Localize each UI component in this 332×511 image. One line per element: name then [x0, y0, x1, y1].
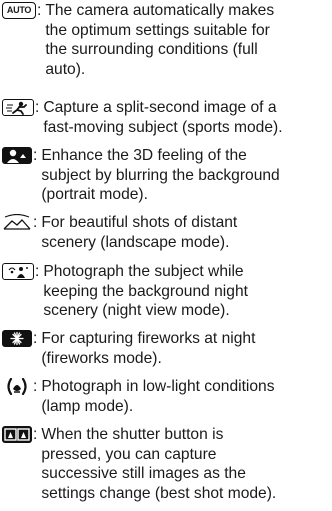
mode-description: For beautiful shots of distant scenery (…: [41, 214, 238, 251]
portrait-mode-icon: [2, 147, 32, 164]
mode-item-portrait: : Enhance the 3D feeling of the subject …: [2, 146, 330, 205]
mode-item-night-view: : Photograph the subject while keeping t…: [2, 262, 330, 321]
separator-colon: :: [33, 330, 38, 347]
best-shot-mode-icon: [2, 426, 32, 443]
fireworks-mode-icon: [2, 330, 32, 347]
mode-item-best-shot: : When the shutter button is pressed, yo…: [2, 425, 330, 503]
lamp-mode-icon: [2, 378, 32, 395]
separator-colon: :: [35, 263, 40, 280]
separator-colon: :: [33, 214, 38, 231]
separator-colon: :: [33, 378, 38, 395]
separator-colon: :: [33, 426, 38, 443]
mode-description: Photograph in low-light conditions (lamp…: [41, 378, 275, 415]
mode-description-list: AUTO : The camera automatically makes th…: [0, 0, 332, 511]
sports-mode-icon: [2, 99, 34, 116]
separator-colon: :: [37, 2, 42, 19]
mode-description: The camera automatically makes the optim…: [45, 2, 275, 78]
mode-item-sports: : Capture a split-second image of a fast…: [2, 98, 330, 137]
mode-description: Capture a split-second image of a fast-m…: [43, 99, 283, 136]
mode-description: When the shutter button is pressed, you …: [41, 426, 277, 502]
separator-colon: :: [35, 99, 40, 116]
auto-mode-icon: AUTO: [2, 2, 36, 19]
mode-item-fireworks: : For capturing fireworks at night (fire…: [2, 329, 330, 368]
mode-item-auto: AUTO : The camera automatically makes th…: [2, 1, 330, 79]
mode-description: For capturing fireworks at night (firewo…: [41, 330, 256, 367]
mode-description: Photograph the subject while keeping the…: [43, 263, 248, 319]
landscape-mode-icon: [2, 214, 32, 231]
mode-item-landscape: : For beautiful shots of distant scenery…: [2, 213, 330, 252]
separator-colon: :: [33, 147, 38, 164]
night-view-mode-icon: [2, 263, 34, 280]
mode-description: Enhance the 3D feeling of the subject by…: [41, 147, 280, 203]
mode-item-lamp: : Photograph in low-light conditions (la…: [2, 377, 330, 416]
